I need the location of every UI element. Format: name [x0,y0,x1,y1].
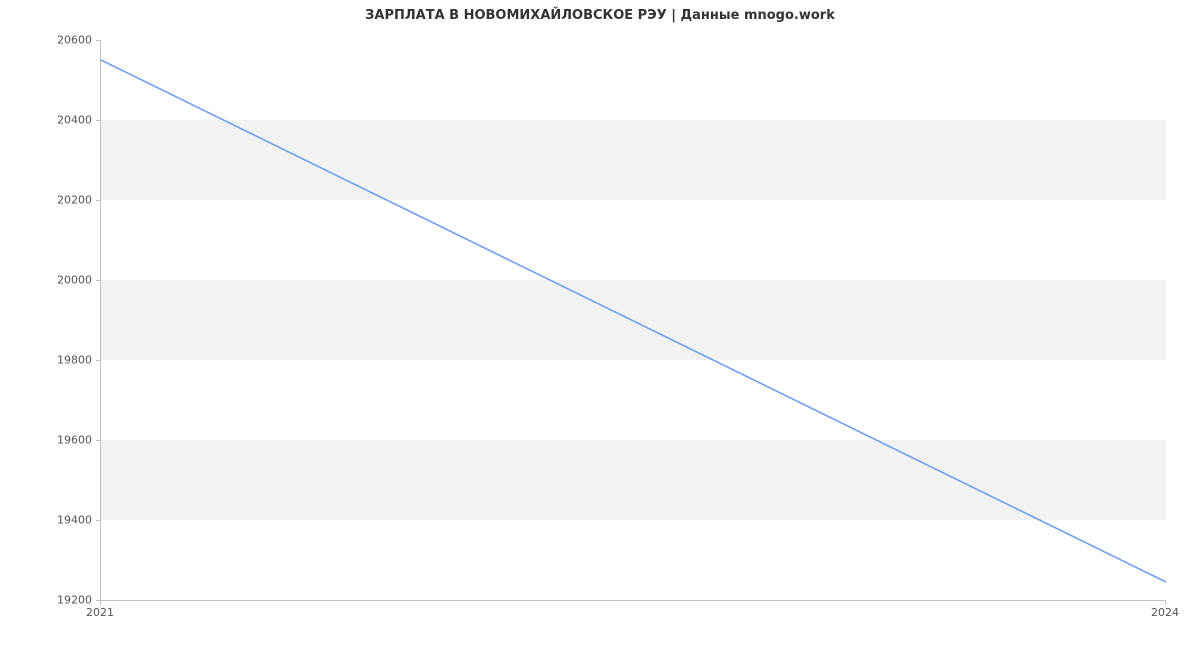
y-tick-label: 20000 [12,274,92,287]
y-tick-label: 19200 [12,594,92,607]
y-tick-label: 20600 [12,34,92,47]
y-tick-label: 19800 [12,354,92,367]
chart-line [101,40,1166,600]
chart-container: ЗАРПЛАТА В НОВОМИХАЙЛОВСКОЕ РЭУ | Данные… [0,0,1200,650]
y-tick-label: 20400 [12,114,92,127]
plot-area [100,40,1166,601]
y-tick-label: 20200 [12,194,92,207]
x-tick-label: 2024 [1151,606,1179,619]
chart-title: ЗАРПЛАТА В НОВОМИХАЙЛОВСКОЕ РЭУ | Данные… [0,8,1200,23]
x-tick-label: 2021 [86,606,114,619]
x-tick-mark [1165,601,1166,605]
x-tick-mark [100,601,101,605]
y-tick-label: 19400 [12,514,92,527]
y-tick-label: 19600 [12,434,92,447]
